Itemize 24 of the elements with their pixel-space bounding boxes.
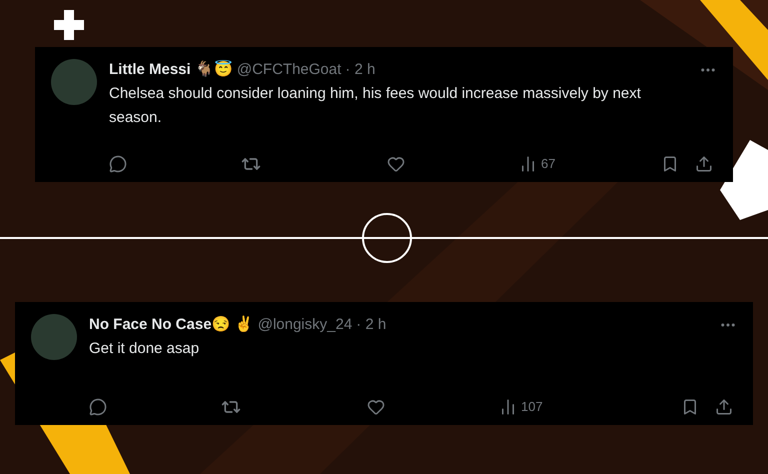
reply-icon[interactable] [89, 398, 107, 416]
user-handle: @longisky_24 [258, 315, 352, 335]
display-name: Little Messi 🐐😇 [109, 59, 233, 80]
avatar [51, 59, 97, 105]
bookmark-icon[interactable] [681, 398, 699, 416]
like-icon[interactable] [367, 398, 385, 416]
views-icon[interactable] [499, 398, 517, 416]
bookmark-icon[interactable] [661, 155, 679, 173]
like-icon[interactable] [387, 155, 405, 173]
view-count: 67 [541, 155, 556, 174]
view-count: 107 [521, 398, 543, 416]
avatar [31, 314, 77, 360]
tweet-text: Get it done asap [89, 338, 200, 358]
share-icon[interactable] [715, 398, 733, 416]
user-handle: @CFCTheGoat [236, 60, 342, 80]
tweet-text: Chelsea should consider loaning him, his fees would increase massively by next season. [109, 84, 642, 128]
center-circle [362, 213, 412, 263]
views-icon[interactable] [519, 155, 537, 173]
post-time: · 2 h [345, 60, 376, 80]
display-name: No Face No Case😒 ✌ [89, 314, 254, 335]
post-time: · 2 h [356, 315, 386, 335]
cross-shape [54, 10, 84, 40]
share-icon[interactable] [695, 155, 713, 173]
reply-icon[interactable] [109, 155, 127, 173]
